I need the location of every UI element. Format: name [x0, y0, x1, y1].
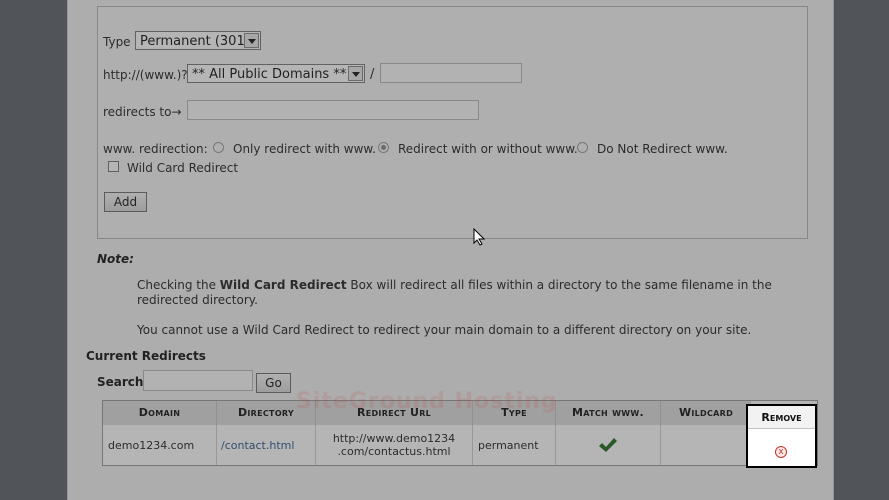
http-prefix-label: http://(www.)?	[103, 68, 188, 82]
note-paragraph-wildcard: Checking the Wild Card Redirect Box will…	[137, 278, 807, 308]
redirect-url-line1: http://www.demo1234	[332, 432, 456, 445]
radio-with-or-without-www[interactable]	[378, 142, 389, 153]
header-remove: Remove	[748, 406, 815, 428]
cell-directory: /contact.html	[217, 425, 316, 465]
header-domain: Domain	[103, 401, 217, 425]
redirect-url-line2: .com/contactus.html	[337, 445, 451, 458]
right-gutter	[832, 0, 889, 500]
domain-select[interactable]: ** All Public Domains **	[187, 64, 365, 83]
radio-no-www-label: Do Not Redirect www.	[597, 142, 728, 156]
note-text-before: Checking the	[137, 278, 220, 292]
www-redirection-label: www. redirection:	[103, 142, 208, 156]
search-input[interactable]	[143, 370, 253, 391]
remove-icon[interactable]: x	[775, 446, 787, 458]
type-label: Type	[103, 35, 131, 49]
note-paragraph-main-domain: You cannot use a Wild Card Redirect to r…	[137, 323, 752, 337]
path-input[interactable]	[380, 63, 522, 83]
redirect-url-input[interactable]	[187, 100, 479, 120]
directory-link[interactable]: /contact.html	[221, 439, 294, 452]
cell-domain: demo1234.com	[103, 425, 217, 465]
type-select-value: Permanent (301)	[140, 34, 250, 49]
radio-with-or-without-www-label: Redirect with or without www.	[398, 142, 578, 156]
add-button[interactable]: Add	[104, 192, 147, 212]
path-separator: /	[370, 67, 375, 82]
check-icon	[599, 438, 617, 452]
header-match-www: Match www.	[556, 401, 661, 425]
left-gutter	[0, 0, 67, 500]
type-select[interactable]: Permanent (301)	[135, 31, 261, 50]
cell-match-www	[556, 425, 661, 465]
mouse-pointer-icon	[473, 227, 486, 250]
domain-select-value: ** All Public Domains **	[192, 67, 347, 82]
note-title: Note:	[97, 252, 134, 266]
go-button[interactable]: Go	[256, 373, 291, 393]
chevron-down-icon	[244, 33, 259, 48]
wildcard-label: Wild Card Redirect	[127, 161, 239, 175]
current-redirects-title: Current Redirects	[86, 349, 206, 363]
cell-wildcard	[661, 425, 751, 465]
remove-column-highlight: Remove x	[746, 404, 817, 468]
chevron-down-icon	[348, 66, 363, 81]
radio-only-www-label: Only redirect with www.	[233, 142, 376, 156]
cell-redirect-url: http://www.demo1234 .com/contactus.html	[316, 425, 473, 465]
wildcard-checkbox[interactable]	[108, 161, 119, 172]
redirects-to-label: redirects to→	[103, 105, 182, 119]
radio-only-www[interactable]	[213, 142, 224, 153]
radio-no-www[interactable]	[577, 142, 588, 153]
note-text-bold: Wild Card Redirect	[219, 278, 347, 292]
watermark: SiteGround Hosting	[296, 389, 558, 414]
header-wildcard: Wildcard	[661, 401, 751, 425]
search-label: Search	[97, 375, 144, 389]
cell-type: permanent	[473, 425, 556, 465]
